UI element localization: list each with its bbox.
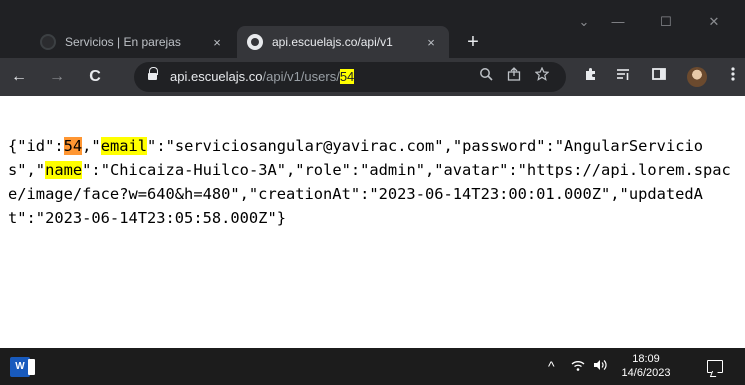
lock-icon[interactable] [148,67,158,82]
address-bar[interactable]: api.escuelajs.co/api/v1/users/54 [134,62,566,92]
taskbar-clock[interactable]: 18:09 14/6/2023 [616,352,676,380]
forward-icon[interactable]: → [46,66,68,88]
tab-search-icon[interactable]: ⌄ [566,14,602,38]
find-match: email [100,137,148,155]
star-icon[interactable] [532,66,552,87]
page-content: {"id":54,"email":"serviciosangular@yavir… [0,96,745,348]
wifi-icon[interactable] [570,358,586,375]
share-icon[interactable] [504,67,524,87]
tab-title: api.escuelajs.co/api/v1 [272,35,393,49]
tab-servicios[interactable]: Servicios | En parejas × [30,26,235,58]
find-match-active: 54 [63,137,83,155]
extensions-icon[interactable] [580,66,602,88]
profile-avatar[interactable] [687,67,707,87]
new-tab-button[interactable]: + [462,32,484,54]
globe-icon [247,34,263,50]
tab-close-icon[interactable]: × [209,35,225,50]
zoom-icon[interactable] [476,67,496,87]
word-app-icon[interactable]: W [10,357,35,377]
reload-icon[interactable]: C [84,66,106,88]
tab-api[interactable]: api.escuelajs.co/api/v1 × [237,26,449,58]
browser-toolbar: ← → C api.escuelajs.co/api/v1/users/54 [0,58,745,96]
json-response: {"id":54,"email":"serviciosangular@yavir… [8,137,731,227]
tray-chevron-icon[interactable]: ^ [548,358,555,374]
notification-icon[interactable] [707,360,723,373]
globe-icon [40,34,56,50]
tab-strip: Servicios | En parejas × api.escuelajs.c… [0,0,745,58]
taskbar: W ^ 18:09 14/6/2023 [0,348,745,385]
tab-title: Servicios | En parejas [65,35,181,49]
menu-icon[interactable] [726,66,740,88]
maximize-button[interactable]: ☐ [648,14,684,38]
volume-icon[interactable] [592,358,608,375]
url-text[interactable]: api.escuelajs.co/api/v1/users/54 [170,69,355,84]
find-match: name [45,161,83,179]
close-window-button[interactable]: ✕ [696,14,732,38]
minimize-button[interactable]: — [600,14,636,38]
tab-close-icon[interactable]: × [423,35,439,50]
reading-list-icon[interactable] [612,66,634,88]
back-icon[interactable]: ← [8,66,30,88]
side-panel-icon[interactable] [648,66,670,88]
